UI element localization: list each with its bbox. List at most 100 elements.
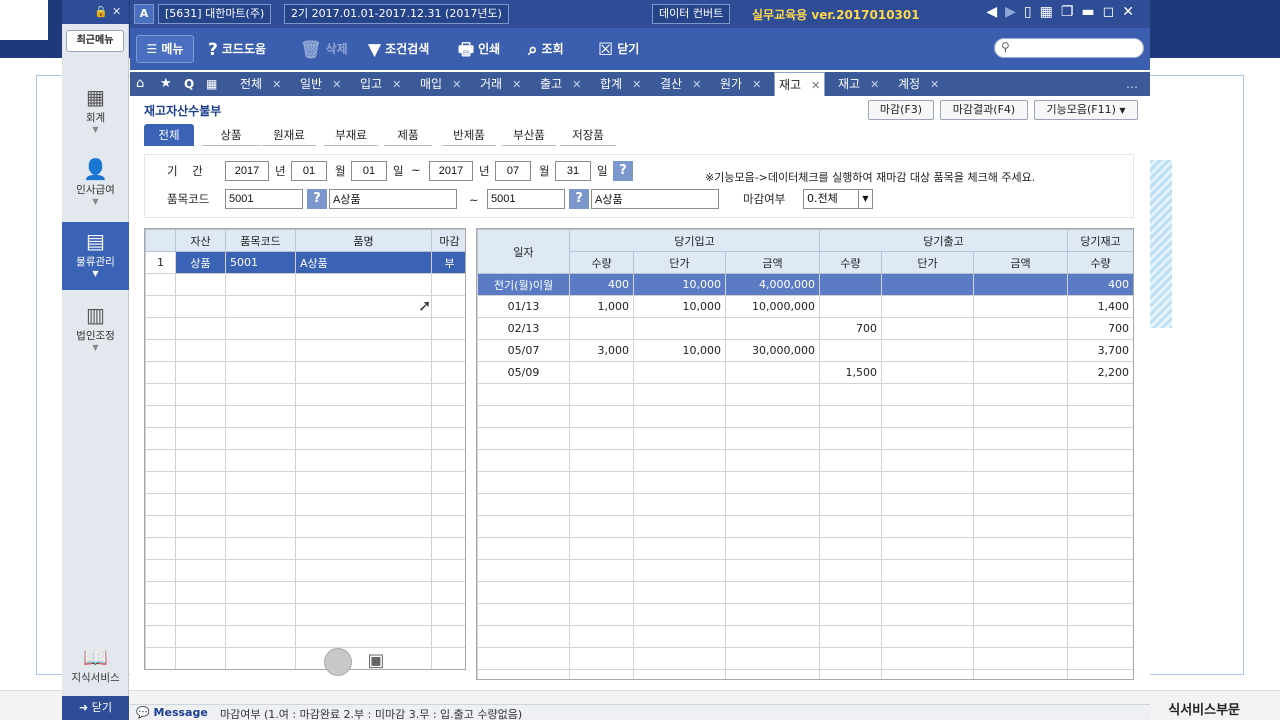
table-row[interactable] [477,647,1133,670]
table-row[interactable] [477,449,1133,472]
fiscal-period-selector[interactable]: 2기 2017.01.01-2017.12.31 (2017년도) [284,4,509,24]
from-month-field[interactable] [291,161,327,181]
cell-date[interactable]: 05/07 [477,339,570,362]
cell-out-qty[interactable] [819,273,883,296]
cell-out-price[interactable] [881,339,975,362]
table-row[interactable] [477,471,1133,494]
tab-inventory-active[interactable]: 재고 ✕ [774,72,826,96]
close-result-button[interactable]: 마감결과(F4) [940,100,1028,120]
tab-all[interactable]: 전체 ✕ [240,72,281,96]
code-to-help-button[interactable]: ? [569,189,589,209]
table-row[interactable] [145,449,465,472]
home-icon[interactable]: ⌂ [136,72,144,96]
cell-stock-qty[interactable]: 400 [1067,273,1133,296]
sidebar-item-corporate-adjust[interactable]: ▥ 법인조정 ▼ [62,296,129,362]
col-header-in-amount[interactable]: 금액 [724,251,821,274]
cell-out-price[interactable] [881,295,975,318]
cell-out-amount[interactable] [973,339,1069,362]
table-row[interactable] [145,339,465,362]
table-row[interactable] [145,427,465,450]
screen-capture-icon[interactable]: ▣ [362,648,390,674]
tab-settlement[interactable]: 결산 ✕ [660,72,701,96]
code-from-help-button[interactable]: ? [307,189,327,209]
tab-close-icon[interactable]: ✕ [572,78,581,91]
tab-general[interactable]: 일반 ✕ [300,72,341,96]
table-row[interactable] [145,273,465,296]
record-button[interactable] [324,648,352,676]
cell-out-qty[interactable] [819,339,883,362]
company-selector[interactable]: [5631] 대한마트(주) [158,4,272,24]
tab-close-icon[interactable]: ✕ [272,78,281,91]
table-row[interactable] [477,493,1133,516]
forward-icon[interactable]: ▶ [1005,4,1024,20]
cell-item-name[interactable]: A상품 [295,251,432,274]
cell-out-amount[interactable] [973,317,1069,340]
subtab-sub-material[interactable]: 부재료 [324,124,378,146]
star-icon[interactable]: ★ [160,72,172,96]
cell-item-code[interactable]: 5001 [225,251,296,274]
table-row[interactable] [145,493,465,516]
minimize-icon[interactable]: ▬ [1081,4,1102,20]
cell-in-price[interactable]: 10,000 [633,339,726,362]
cell-closed[interactable]: 부 [431,251,465,274]
cell-out-qty[interactable]: 1,500 [819,361,883,384]
cell-in-amount[interactable] [724,361,821,384]
sidebar-item-accounting[interactable]: ▦ 회계 ▼ [62,78,129,144]
tab-close-icon[interactable]: ✕ [392,78,401,91]
cell-out-qty[interactable] [819,295,883,318]
tab-close-icon[interactable]: ✕ [332,78,341,91]
tab-receipt[interactable]: 입고 ✕ [360,72,401,96]
cell-in-qty[interactable]: 400 [569,273,634,296]
table-row[interactable] [145,471,465,494]
table-row[interactable] [477,669,1133,679]
cell-out-amount[interactable] [973,295,1069,318]
tab-close-icon[interactable]: ✕ [752,78,761,91]
menu-search[interactable]: ⚲ [994,38,1144,58]
cell-in-qty[interactable] [569,317,634,340]
tab-close-icon[interactable]: ✕ [452,78,461,91]
col-header-stock-qty[interactable]: 수량 [1067,251,1133,274]
table-row[interactable]: 전기(월)이월 400 10,000 4,000,000 400 [477,273,1133,296]
cell-in-qty[interactable] [569,361,634,384]
cell-out-price[interactable] [881,361,975,384]
table-row[interactable] [477,559,1133,582]
cell-out-amount[interactable] [973,273,1069,296]
col-header-out-amount[interactable]: 금액 [973,251,1069,274]
subtab-goods[interactable]: 상품 [202,124,260,146]
table-row[interactable]: 05/07 3,000 10,000 30,000,000 3,700 [477,339,1133,362]
cell-out-price[interactable] [881,317,975,340]
col-header-date[interactable]: 일자 [477,229,570,274]
tab-trade[interactable]: 거래 ✕ [480,72,521,96]
close-icon[interactable]: ✕ [112,5,121,18]
book-icon[interactable]: ▯ [1024,4,1040,20]
table-row[interactable] [145,317,465,340]
calendar-icon[interactable]: ▦ [206,72,217,96]
col-header-in-price[interactable]: 단가 [633,251,726,274]
cell-in-price[interactable] [633,317,726,340]
more-tabs-icon[interactable]: … [1126,72,1138,96]
layout-icon[interactable]: ▦ [1040,4,1061,20]
table-row[interactable] [145,625,465,648]
tab-close-icon[interactable]: ✕ [692,78,701,91]
cell-in-amount[interactable]: 10,000,000 [724,295,821,318]
table-row[interactable] [145,603,465,626]
item-code-from-field[interactable] [225,189,303,209]
cell-date[interactable]: 전기(월)이월 [477,273,570,296]
menu-button[interactable]: ☰ 메뉴 [136,35,194,63]
cell-in-price[interactable] [633,361,726,384]
subtab-all[interactable]: 전체 [144,124,194,146]
sidebar-item-logistics[interactable]: ▤ 물류관리 ▼ [62,222,129,290]
col-header-item-code[interactable]: 품목코드 [225,229,296,252]
cell-stock-qty[interactable]: 700 [1067,317,1133,340]
view-button[interactable]: ⌕ 조회 [528,36,564,62]
cell-in-amount[interactable]: 30,000,000 [724,339,821,362]
recent-menu-button[interactable]: 최근메뉴 [66,30,124,52]
functions-button[interactable]: 기능모음(F11) ▼ [1034,100,1138,120]
data-convert-button[interactable]: 데이터 컨버트 [652,4,731,24]
subtab-product[interactable]: 제품 [384,124,432,146]
close-month-button[interactable]: 마감(F3) [868,100,934,120]
subtab-stored-goods[interactable]: 저장품 [560,124,616,146]
table-row[interactable] [145,515,465,538]
back-icon[interactable]: ◀ [986,4,1005,20]
table-row[interactable] [477,581,1133,604]
